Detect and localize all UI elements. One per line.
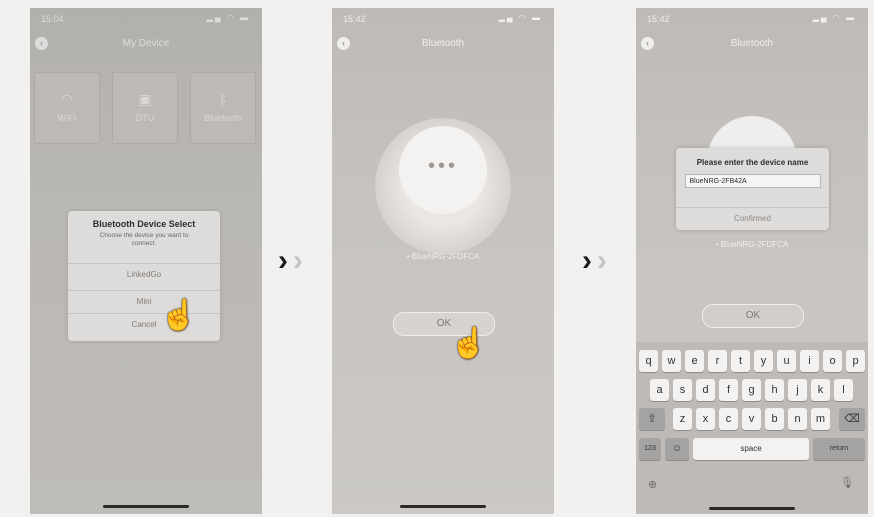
status-time: 15:42 [647,14,670,24]
keyboard-row-4: 123 ☺ space return [636,438,868,460]
key[interactable]: o [823,350,842,372]
key[interactable]: c [719,408,738,430]
home-indicator [103,505,189,508]
tap-hand-icon: ☝ [160,299,198,332]
nav-bar: ‹ Bluetooth [332,30,554,58]
shift-key[interactable]: ⇧ [639,408,665,430]
keyboard-row-3: ⇧ z x c v b n m ⌫ [636,408,868,430]
dialog-title: Bluetooth Device Select [92,219,196,229]
key[interactable]: r [708,350,727,372]
phone-screen-bluetooth: 15:42 ▂▄ ◠ ▬ ‹ Bluetooth ••• • BlueNRG-2… [332,8,554,514]
keyboard: q w e r t y u i o p a s d f g h j k l ⇧ … [636,342,868,514]
delete-icon: ⌫ [844,413,860,425]
key[interactable]: z [673,408,692,430]
key[interactable]: t [731,350,750,372]
key[interactable]: x [696,408,715,430]
key[interactable]: b [765,408,784,430]
page-title: Bluetooth [730,38,774,49]
dialog-title: Please enter the device name [696,158,809,167]
key[interactable]: g [742,379,761,401]
key[interactable]: f [719,379,738,401]
key[interactable]: h [765,379,784,401]
back-icon[interactable]: ‹ [337,37,350,50]
phone-screen-rename: 15:42 ▂▄ ◠ ▬ ‹ Bluetooth • BlueNRG-2FDFC… [636,8,868,514]
device-name-dialog: Please enter the device name BlueNRG-2FB… [676,148,829,230]
return-key[interactable]: return [813,438,865,460]
keyboard-row-1: q w e r t y u i o p [636,350,868,372]
numbers-key[interactable]: 123 [639,438,661,460]
keyboard-row-2: a s d f g h j k l [636,379,868,401]
step-arrow-icon: › [278,244,288,277]
key[interactable]: k [811,379,830,401]
back-icon[interactable]: ‹ [641,37,654,50]
scanning-indicator: ••• [399,126,487,214]
home-indicator [709,507,795,510]
delete-key[interactable]: ⌫ [839,408,865,430]
key[interactable]: q [639,350,658,372]
globe-icon[interactable]: ⊕ [648,478,657,491]
key[interactable]: s [673,379,692,401]
key[interactable]: d [696,379,715,401]
key[interactable]: e [685,350,704,372]
status-icons: ▂▄ ◠ ▬ [498,13,542,22]
device-name: • BlueNRG-2FDFCA [406,252,480,261]
key[interactable]: l [834,379,853,401]
phone-screen-my-device: 15:04 ▂▄ ◠ ▬ ‹ My Device ◠ WIFI ▣ DTU ᛒ … [30,8,262,514]
key[interactable]: y [754,350,773,372]
key[interactable]: w [662,350,681,372]
key[interactable]: j [788,379,807,401]
key[interactable]: v [742,408,761,430]
key[interactable]: i [800,350,819,372]
status-icons: ▂▄ ◠ ▬ [812,13,856,22]
tap-hand-icon: ☝ [450,327,488,360]
emoji-key[interactable]: ☺ [665,438,689,460]
space-key[interactable]: space [693,438,809,460]
step-arrow-icon: › [582,244,592,277]
key[interactable]: n [788,408,807,430]
step-arrow-shadow-icon: › [293,244,303,277]
microphone-icon[interactable]: 🎙 [840,476,854,489]
device-name: • BlueNRG-2FDFCA [715,240,789,249]
key[interactable]: a [650,379,669,401]
key[interactable]: m [811,408,830,430]
key[interactable]: u [777,350,796,372]
step-arrow-shadow-icon: › [597,244,607,277]
device-name-input[interactable]: BlueNRG-2FB42A [684,174,821,188]
nav-bar: ‹ Bluetooth [636,30,868,58]
status-bar: 15:42 ▂▄ ◠ ▬ [332,8,554,30]
ok-button[interactable]: OK [702,304,804,328]
home-indicator [400,505,486,508]
dialog-subtitle: Choose the device you want to connect. [99,232,189,247]
confirm-button[interactable]: Confirmed [676,207,829,230]
status-bar: 15:42 ▂▄ ◠ ▬ [636,8,868,30]
key[interactable]: p [846,350,865,372]
option-linkedgo[interactable]: LinkedGo [68,263,220,286]
emoji-icon: ☺ [671,443,683,454]
status-time: 15:42 [343,14,366,24]
page-title: Bluetooth [421,38,465,49]
shift-icon: ⇧ [647,413,657,425]
